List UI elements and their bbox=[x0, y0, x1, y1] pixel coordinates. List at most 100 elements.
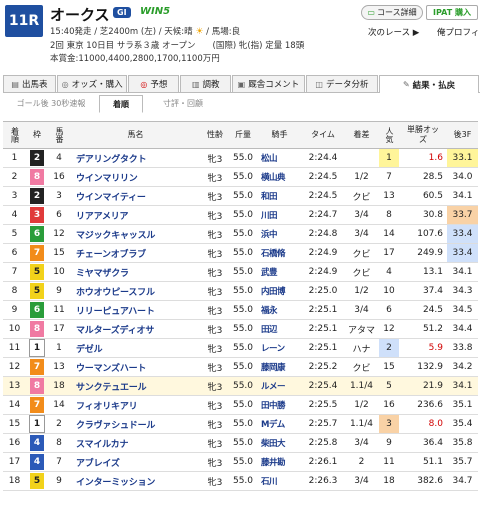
waku-cell: 2 bbox=[26, 148, 48, 168]
last3f-cell: 34.7 bbox=[447, 471, 478, 491]
horse-name-link[interactable]: リリーピュアハート bbox=[70, 300, 201, 320]
waku-cell: 7 bbox=[26, 395, 48, 415]
last3f-cell: 33.4 bbox=[447, 224, 478, 244]
result-icon: ✎ bbox=[402, 80, 410, 89]
horse-name-link[interactable]: インターミッション bbox=[70, 471, 201, 491]
jockey-link[interactable]: 石橋脩 bbox=[257, 243, 302, 263]
jockey-link[interactable]: Mデム bbox=[257, 414, 302, 434]
win-odds-cell: 13.1 bbox=[399, 262, 447, 282]
jockey-link[interactable]: 藤井勘 bbox=[257, 452, 302, 472]
horse-name-link[interactable]: ホウオウピースフル bbox=[70, 281, 201, 301]
horse-name-link[interactable]: アブレイズ bbox=[70, 452, 201, 472]
waku-cell: 3 bbox=[26, 205, 48, 225]
horse-name-link[interactable]: マジックキャッスル bbox=[70, 224, 201, 244]
target-icon: ◎ bbox=[140, 79, 148, 89]
win-odds-cell: 60.5 bbox=[399, 186, 447, 206]
tab-training[interactable]: ▥ 調教 bbox=[180, 75, 232, 92]
horse-name-link[interactable]: デアリングタクト bbox=[70, 148, 201, 168]
popularity-cell: 5 bbox=[379, 376, 399, 396]
jockey-link[interactable]: 藤岡康 bbox=[257, 357, 302, 377]
jockey-link[interactable]: 横山典 bbox=[257, 167, 302, 187]
rank-cell: 15 bbox=[3, 414, 26, 434]
waku-cell: 5 bbox=[26, 281, 48, 301]
horse-name-link[interactable]: クラヴァシュドール bbox=[70, 414, 201, 434]
tab-odds[interactable]: ◎ オッズ・購入 bbox=[56, 75, 128, 92]
time-cell: 2:24.5 bbox=[302, 167, 344, 187]
weight-cell: 55.0 bbox=[229, 262, 257, 282]
weight-cell: 55.0 bbox=[229, 205, 257, 225]
race-info-text: 15:40発走 / 芝2400m (左) / 天候:晴 bbox=[50, 27, 193, 37]
horse-name-link[interactable]: マルターズディオサ bbox=[70, 319, 201, 339]
horse-name-link[interactable]: スマイルカナ bbox=[70, 433, 201, 453]
time-cell: 2:24.4 bbox=[302, 148, 344, 168]
waku-cell: 6 bbox=[26, 300, 48, 320]
horse-number-cell: 2 bbox=[48, 414, 70, 434]
horse-name-link[interactable]: リアアメリア bbox=[70, 205, 201, 225]
weight-cell: 55.0 bbox=[229, 186, 257, 206]
subtab-flash[interactable]: ゴール後 30秒速報 bbox=[3, 95, 99, 111]
horse-number-cell: 8 bbox=[48, 433, 70, 453]
weight-cell: 55.0 bbox=[229, 452, 257, 472]
jockey-link[interactable]: 田辺 bbox=[257, 319, 302, 339]
horse-name-link[interactable]: ウーマンズハート bbox=[70, 357, 201, 377]
margin-cell: 1/2 bbox=[344, 167, 379, 187]
horse-name-link[interactable]: チェーンオブラブ bbox=[70, 243, 201, 263]
win-odds-cell: 132.9 bbox=[399, 357, 447, 377]
subtab-finish-order[interactable]: 着順 bbox=[99, 95, 143, 113]
ipat-label: IPAT 購入 bbox=[433, 8, 471, 17]
jockey-link[interactable]: 石川 bbox=[257, 471, 302, 491]
jockey-link[interactable]: レーン bbox=[257, 338, 302, 358]
sex-age-cell: 牝3 bbox=[201, 433, 229, 453]
jockey-link[interactable]: 川田 bbox=[257, 205, 302, 225]
jockey-link[interactable]: 田中勝 bbox=[257, 395, 302, 415]
course-detail-button[interactable]: ▭ コース詳細 bbox=[361, 5, 423, 20]
jockey-link[interactable]: 内田博 bbox=[257, 281, 302, 301]
popularity-cell: 10 bbox=[379, 281, 399, 301]
horse-name-link[interactable]: ミヤマザクラ bbox=[70, 262, 201, 282]
weight-cell: 55.0 bbox=[229, 281, 257, 301]
race-info-line2: 2回 東京 10日目 サラ系３歳 オープン (国際) 牝(指) 定量 18頭 bbox=[50, 41, 305, 51]
table-row: 2 8 16 ウインマリリン 牝3 55.0 横山典 2:24.5 1/2 7 28.5 34.0 bbox=[3, 167, 478, 187]
prize-money: 本賞金:11000,4400,2800,1700,1100万円 bbox=[50, 54, 220, 64]
horse-name-link[interactable]: ウインマイティー bbox=[70, 186, 201, 206]
next-race-link[interactable]: 次のレース ▶ bbox=[368, 26, 419, 38]
tab-prediction[interactable]: ◎ 予想 bbox=[128, 75, 180, 92]
popularity-cell: 7 bbox=[379, 167, 399, 187]
jockey-link[interactable]: 浜中 bbox=[257, 224, 302, 244]
subtab-review[interactable]: 寸評・回顧 bbox=[143, 95, 223, 111]
last3f-cell: 35.7 bbox=[447, 452, 478, 472]
rank-cell: 17 bbox=[3, 452, 26, 472]
win-odds-cell: 37.4 bbox=[399, 281, 447, 301]
tab-stable-comment[interactable]: ▣ 厩舎コメント bbox=[232, 75, 305, 92]
table-row: 13 8 18 サンクテュエール 牝3 55.0 ルメー 2:25.4 1.1/4 5 21.9 34… bbox=[3, 376, 478, 396]
profile-link[interactable]: 俺プロフィ bbox=[437, 26, 479, 38]
horse-name-link[interactable]: デゼル bbox=[70, 338, 201, 358]
jockey-link[interactable]: 和田 bbox=[257, 186, 302, 206]
jockey-link[interactable]: 福永 bbox=[257, 300, 302, 320]
horse-number-cell: 10 bbox=[48, 262, 70, 282]
time-cell: 2:25.1 bbox=[302, 300, 344, 320]
col-horse-number: 馬番 bbox=[48, 121, 70, 149]
tab-results[interactable]: ✎ 結果・払戻 bbox=[379, 75, 479, 93]
horse-name-link[interactable]: サンクテュエール bbox=[70, 376, 201, 396]
jockey-link[interactable]: ルメー bbox=[257, 376, 302, 396]
jockey-link[interactable]: 松山 bbox=[257, 148, 302, 168]
time-cell: 2:24.9 bbox=[302, 243, 344, 263]
sex-age-cell: 牝3 bbox=[201, 167, 229, 187]
course-icon: ▭ bbox=[367, 8, 375, 17]
win-odds-cell: 24.5 bbox=[399, 300, 447, 320]
jockey-link[interactable]: 武豊 bbox=[257, 262, 302, 282]
rank-cell: 16 bbox=[3, 433, 26, 453]
margin-cell: 3/4 bbox=[344, 224, 379, 244]
horse-name-link[interactable]: フィオリキアリ bbox=[70, 395, 201, 415]
horse-number-cell: 9 bbox=[48, 281, 70, 301]
table-header-row: 着順 枠 馬番 馬名 性齢 斤量 騎手 タイム 着差 人気 単勝オッズ 後3F bbox=[3, 121, 478, 149]
jockey-link[interactable]: 柴田大 bbox=[257, 433, 302, 453]
tab-entries[interactable]: ▤ 出馬表 bbox=[3, 75, 56, 92]
ipat-buy-button[interactable]: IPAT 購入 bbox=[426, 5, 478, 20]
time-cell: 2:25.7 bbox=[302, 414, 344, 434]
horse-name-link[interactable]: ウインマリリン bbox=[70, 167, 201, 187]
margin-cell: ハナ bbox=[344, 338, 379, 358]
tab-data-analysis[interactable]: ◫ データ分析 bbox=[305, 75, 379, 92]
last3f-cell: 34.5 bbox=[447, 300, 478, 320]
